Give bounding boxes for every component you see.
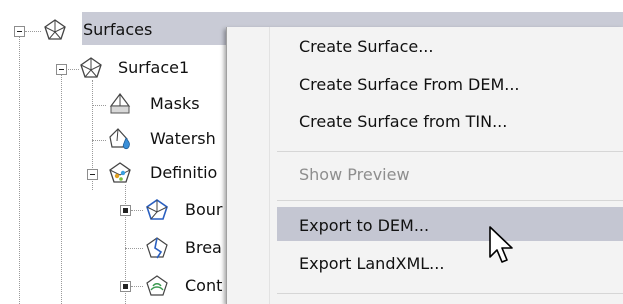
masks-icon — [109, 93, 131, 114]
menu-item-create-surface-from-tin[interactable]: Create Surface from TIN... — [299, 112, 507, 131]
tree-connector — [131, 210, 143, 211]
surface-icon — [80, 57, 102, 78]
collapse-toggle[interactable] — [14, 26, 25, 37]
menu-separator — [277, 293, 623, 294]
menu-separator — [277, 151, 623, 152]
menu-icon-gutter — [227, 27, 270, 304]
surfaces-icon — [44, 19, 66, 40]
tree-item-definition[interactable]: Definitio — [150, 163, 217, 182]
tree-connector — [92, 105, 106, 106]
definition-icon — [109, 162, 131, 183]
tree-connector — [131, 286, 143, 287]
arrow-cursor-icon — [489, 226, 513, 263]
breaklines-icon — [146, 237, 168, 259]
tree-item-boundaries[interactable]: Bour — [185, 200, 222, 219]
tree-connector — [19, 36, 20, 304]
menu-separator — [277, 200, 623, 201]
tree-connector — [25, 31, 41, 32]
tree-connector — [92, 140, 106, 141]
menu-item-create-surface[interactable]: Create Surface... — [299, 37, 433, 56]
menu-item-export-to-dem[interactable]: Export to DEM... — [299, 216, 429, 235]
menu-item-show-preview: Show Preview — [299, 165, 410, 184]
menu-item-export-landxml[interactable]: Export LandXML... — [299, 254, 444, 273]
tree-connector — [61, 75, 62, 304]
watersheds-icon — [109, 128, 130, 150]
collapse-toggle[interactable] — [87, 169, 98, 180]
context-menu: Create Surface... Create Surface From DE… — [226, 27, 623, 304]
tree-item-breaklines[interactable]: Brea — [185, 238, 222, 257]
item-bullet — [120, 205, 131, 216]
contours-icon — [146, 275, 168, 296]
item-bullet — [120, 281, 131, 292]
tree-connector — [125, 248, 143, 249]
tree-item-watersheds[interactable]: Watersh — [150, 129, 216, 148]
menu-item-create-surface-from-dem[interactable]: Create Surface From DEM... — [299, 75, 520, 94]
tree-item-contours[interactable]: Cont — [185, 276, 222, 295]
tree-item-masks[interactable]: Masks — [150, 94, 200, 113]
boundaries-icon — [146, 199, 168, 220]
tree-item-surfaces[interactable]: Surfaces — [83, 20, 152, 39]
collapse-toggle[interactable] — [56, 64, 67, 75]
tree-item-surface1[interactable]: Surface1 — [118, 58, 189, 77]
